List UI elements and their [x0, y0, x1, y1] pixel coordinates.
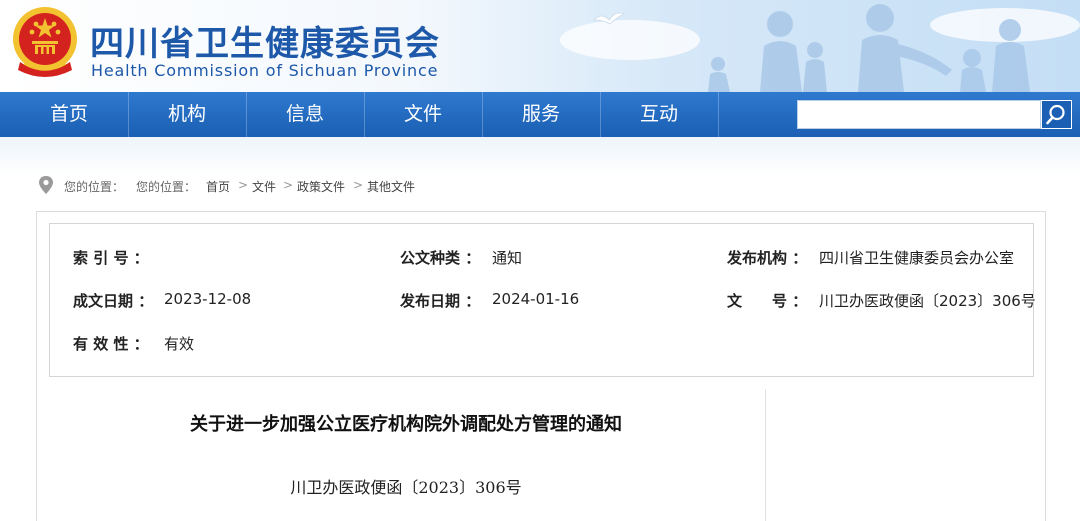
- family-silhouette-image: [708, 4, 1030, 92]
- breadcrumb-item-documents[interactable]: 文件: [252, 178, 276, 195]
- creation-date-label: 成文日期 ：: [73, 292, 154, 310]
- document-type-value: 通知: [492, 249, 523, 267]
- cloud-decoration: [560, 20, 700, 60]
- nav-item-information[interactable]: 信息: [246, 92, 364, 137]
- location-pin-icon: [39, 176, 53, 194]
- document-title: 关于进一步加强公立医疗机构院外调配处方管理的通知: [190, 414, 622, 435]
- site-title: 四川省卫生健康委员会: [90, 24, 440, 64]
- document-type-label: 公文种类 ：: [400, 249, 481, 267]
- nav-item-interaction[interactable]: 互动: [600, 92, 718, 137]
- document-number: 川卫办医政便函〔2023〕306号: [290, 478, 522, 497]
- publish-date-value: 2024-01-16: [492, 290, 580, 308]
- breadcrumb-prefix: 您的位置：: [136, 180, 197, 194]
- breadcrumb-item-policy-documents[interactable]: 政策文件: [297, 178, 345, 195]
- index-number-label: 索 引 号 ：: [73, 249, 149, 267]
- creation-date-value: 2023-12-08: [164, 290, 252, 308]
- document-number-label: 文 号 ：: [727, 292, 808, 310]
- breadcrumb-prefix: 您的位置：: [64, 180, 125, 194]
- search-button[interactable]: [1041, 100, 1072, 129]
- issuing-agency-label: 发布机构 ：: [727, 249, 808, 267]
- validity-label: 有 效 性 ：: [73, 335, 149, 353]
- national-emblem-logo: [13, 7, 77, 77]
- breadcrumb-separator: >: [283, 178, 294, 192]
- publish-date-label: 发布日期 ：: [400, 292, 481, 310]
- document-metadata-box: 索 引 号 ： 公文种类 ： 通知 发布机构 ： 四川省卫生健康委员会办公室 成…: [49, 223, 1036, 377]
- search-input[interactable]: [797, 100, 1041, 129]
- main-nav: 首页 机构 信息 文件 服务 互动: [0, 92, 1080, 137]
- nav-item-documents[interactable]: 文件: [364, 92, 482, 137]
- nav-item-organization[interactable]: 机构: [128, 92, 246, 137]
- sidebar-divider: [765, 389, 766, 521]
- nav-divider: [718, 92, 719, 137]
- document-number-value: 川卫办医政便函〔2023〕306号: [819, 292, 1036, 310]
- breadcrumb-item-other-documents[interactable]: 其他文件: [367, 178, 415, 195]
- breadcrumb-separator: >: [238, 178, 249, 192]
- header-banner: 四川省卫生健康委员会 Health Commission of Sichuan …: [0, 0, 1080, 92]
- validity-value: 有效: [164, 335, 195, 353]
- search-icon: [1046, 104, 1065, 125]
- site-subtitle-en: Health Commission of Sichuan Province: [91, 61, 439, 80]
- issuing-agency-value: 四川省卫生健康委员会办公室: [819, 249, 1015, 267]
- nav-item-services[interactable]: 服务: [482, 92, 600, 137]
- breadcrumb-separator: >: [353, 178, 364, 192]
- bird-icon: [593, 12, 625, 25]
- nav-item-home[interactable]: 首页: [10, 92, 128, 137]
- breadcrumb-item-home[interactable]: 首页: [206, 178, 230, 195]
